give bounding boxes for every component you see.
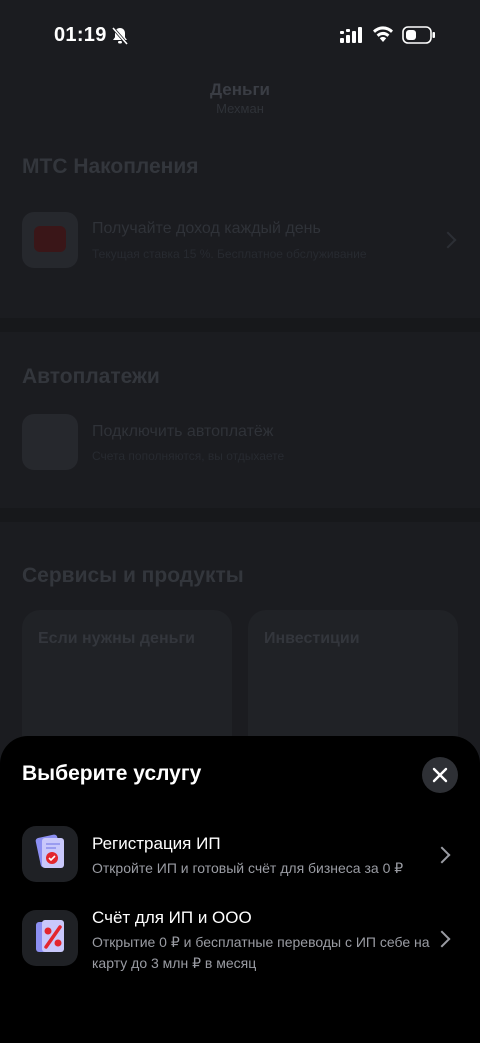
option-title: Регистрация ИП (92, 834, 221, 853)
page-subtitle: Мехман (216, 101, 264, 116)
section-divider (0, 508, 480, 522)
bell-muted-icon (111, 27, 129, 45)
percent-card-icon (22, 910, 78, 966)
service-card-title: Инвестиции (264, 630, 360, 647)
option-register-ip[interactable]: Регистрация ИП Откройте ИП и готовый счё… (0, 826, 480, 896)
option-business-account[interactable]: Счёт для ИП и ООО Открытие 0 ₽ и бесплат… (0, 908, 480, 980)
autopay-row-title[interactable]: Подключить автоплатёж (92, 423, 274, 441)
chevron-right-icon (433, 930, 451, 948)
cellular-signal-icon (340, 27, 362, 43)
autopay-icon[interactable] (22, 414, 78, 470)
sheet-title: Выберите услугу (22, 762, 202, 785)
status-time: 01:19 (54, 24, 107, 46)
savings-icon[interactable] (22, 212, 78, 268)
savings-row-title[interactable]: Получайте доход каждый день (92, 220, 321, 238)
savings-heading: МТС Накопления (22, 155, 199, 178)
close-icon (432, 767, 448, 783)
page-title: Деньги (209, 80, 271, 99)
autopay-heading: Автоплатежи (22, 365, 160, 388)
savings-row-sub: Текущая ставка 15 %. Бесплатное обслужив… (92, 247, 367, 261)
document-check-icon (22, 826, 78, 882)
wifi-icon (373, 26, 393, 42)
service-card-title: Если нужны деньги (38, 630, 195, 647)
chevron-right-icon (433, 846, 451, 864)
section-divider (0, 318, 480, 332)
option-subtitle: Откройте ИП и готовый счёт для бизнеса з… (92, 860, 404, 876)
status-bar: 01:19 (0, 0, 480, 70)
service-picker-sheet: Выберите услугу Регистрация ИП Откройте … (0, 736, 480, 1043)
autopay-row-sub: Счета пополняются, вы отдыхаете (92, 449, 285, 463)
option-subtitle: Открытие 0 ₽ и бесплатные переводы с ИП … (92, 934, 430, 971)
option-title: Счёт для ИП и ООО (92, 908, 252, 927)
savings-chevron-icon (439, 231, 457, 249)
services-heading: Сервисы и продукты (22, 564, 244, 587)
battery-icon (402, 26, 435, 44)
close-button[interactable] (422, 757, 458, 793)
